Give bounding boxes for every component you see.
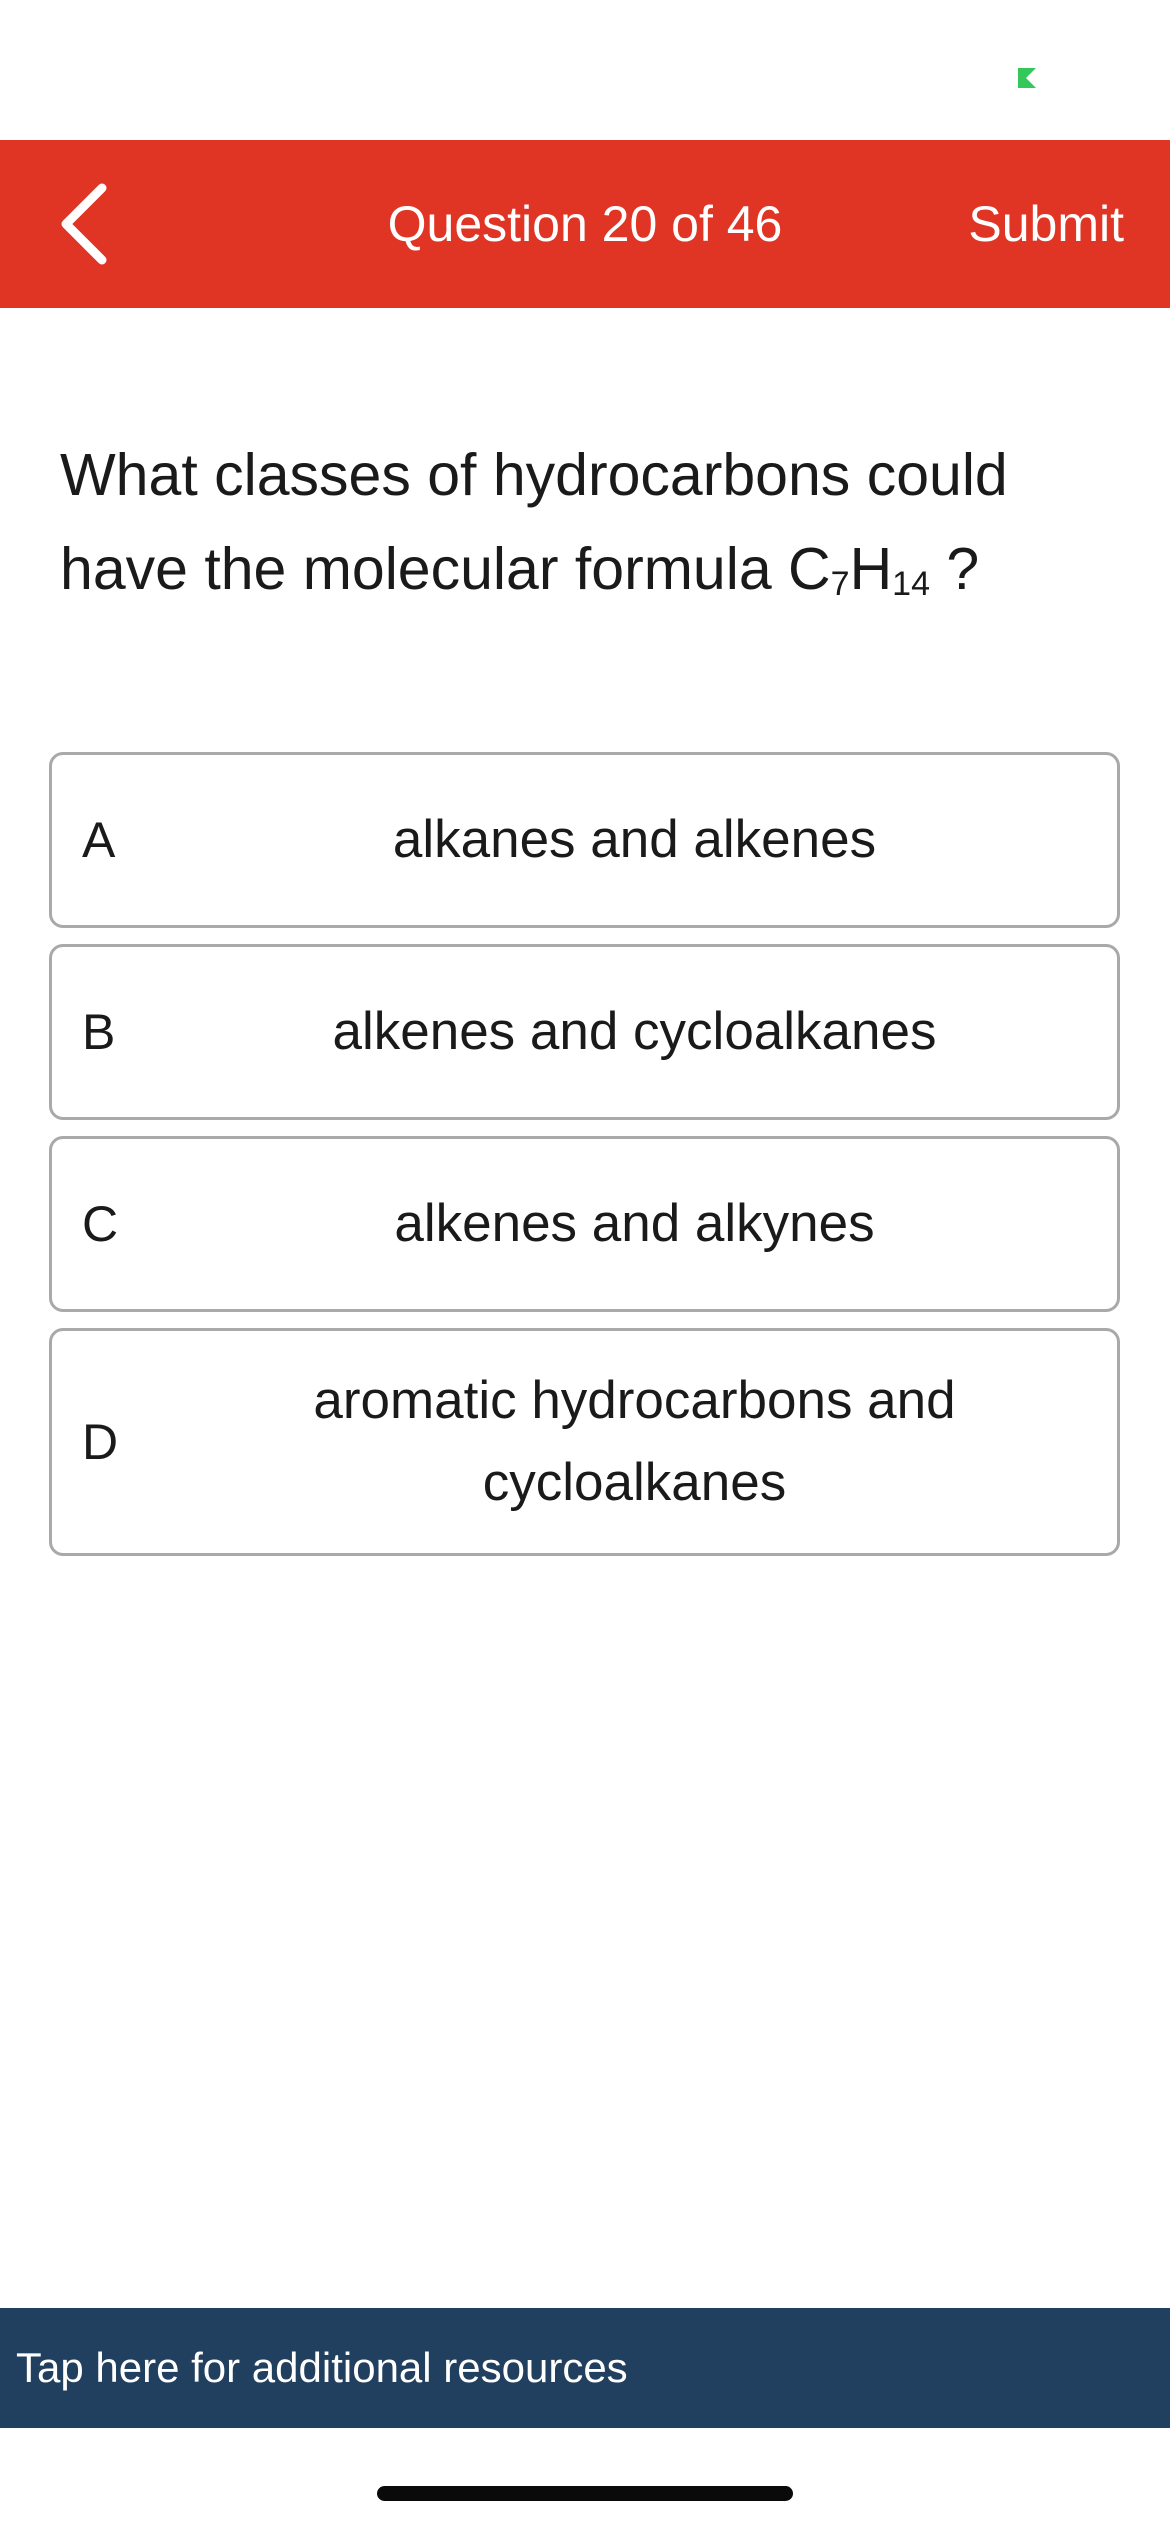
option-letter: D — [82, 1414, 119, 1470]
option-text: aromatic hydrocarbons and cycloalkanes — [313, 1371, 956, 1512]
status-bar — [0, 0, 1170, 140]
question-mark: ? — [930, 536, 980, 602]
option-letter: C — [82, 1196, 119, 1252]
formula-subscript-carbon: 7 — [830, 565, 850, 603]
submit-button[interactable]: Submit — [968, 140, 1124, 308]
chevron-left-icon — [61, 183, 107, 265]
answer-option-b[interactable]: B alkenes and cycloalkanes — [49, 944, 1120, 1120]
formula-subscript-hydrogen: 14 — [892, 565, 930, 603]
question-counter: Question 20 of 46 — [387, 196, 783, 252]
option-text: alkenes and alkynes — [394, 1194, 875, 1253]
home-indicator[interactable] — [377, 2486, 793, 2501]
question-text: What classes of hydrocarbons could have … — [60, 428, 1120, 616]
option-text: alkenes and cycloalkanes — [332, 1002, 937, 1061]
additional-resources-button[interactable]: Tap here for additional resources — [0, 2308, 1170, 2428]
option-letter: A — [82, 812, 116, 868]
option-text: alkanes and alkenes — [392, 810, 877, 869]
answer-option-d[interactable]: D aromatic hydrocarbons and cycloalkanes — [49, 1328, 1120, 1556]
option-letter: B — [82, 1004, 116, 1060]
back-button[interactable] — [50, 178, 120, 270]
answer-option-a[interactable]: A alkanes and alkenes — [49, 752, 1120, 928]
header-bar: Question 20 of 46 Submit — [0, 140, 1170, 308]
formula-hydrogen: H — [849, 536, 893, 602]
green-dot-icon — [1018, 68, 1036, 88]
answer-option-c[interactable]: C alkenes and alkynes — [49, 1136, 1120, 1312]
resources-label: Tap here for additional resources — [16, 2344, 628, 2391]
